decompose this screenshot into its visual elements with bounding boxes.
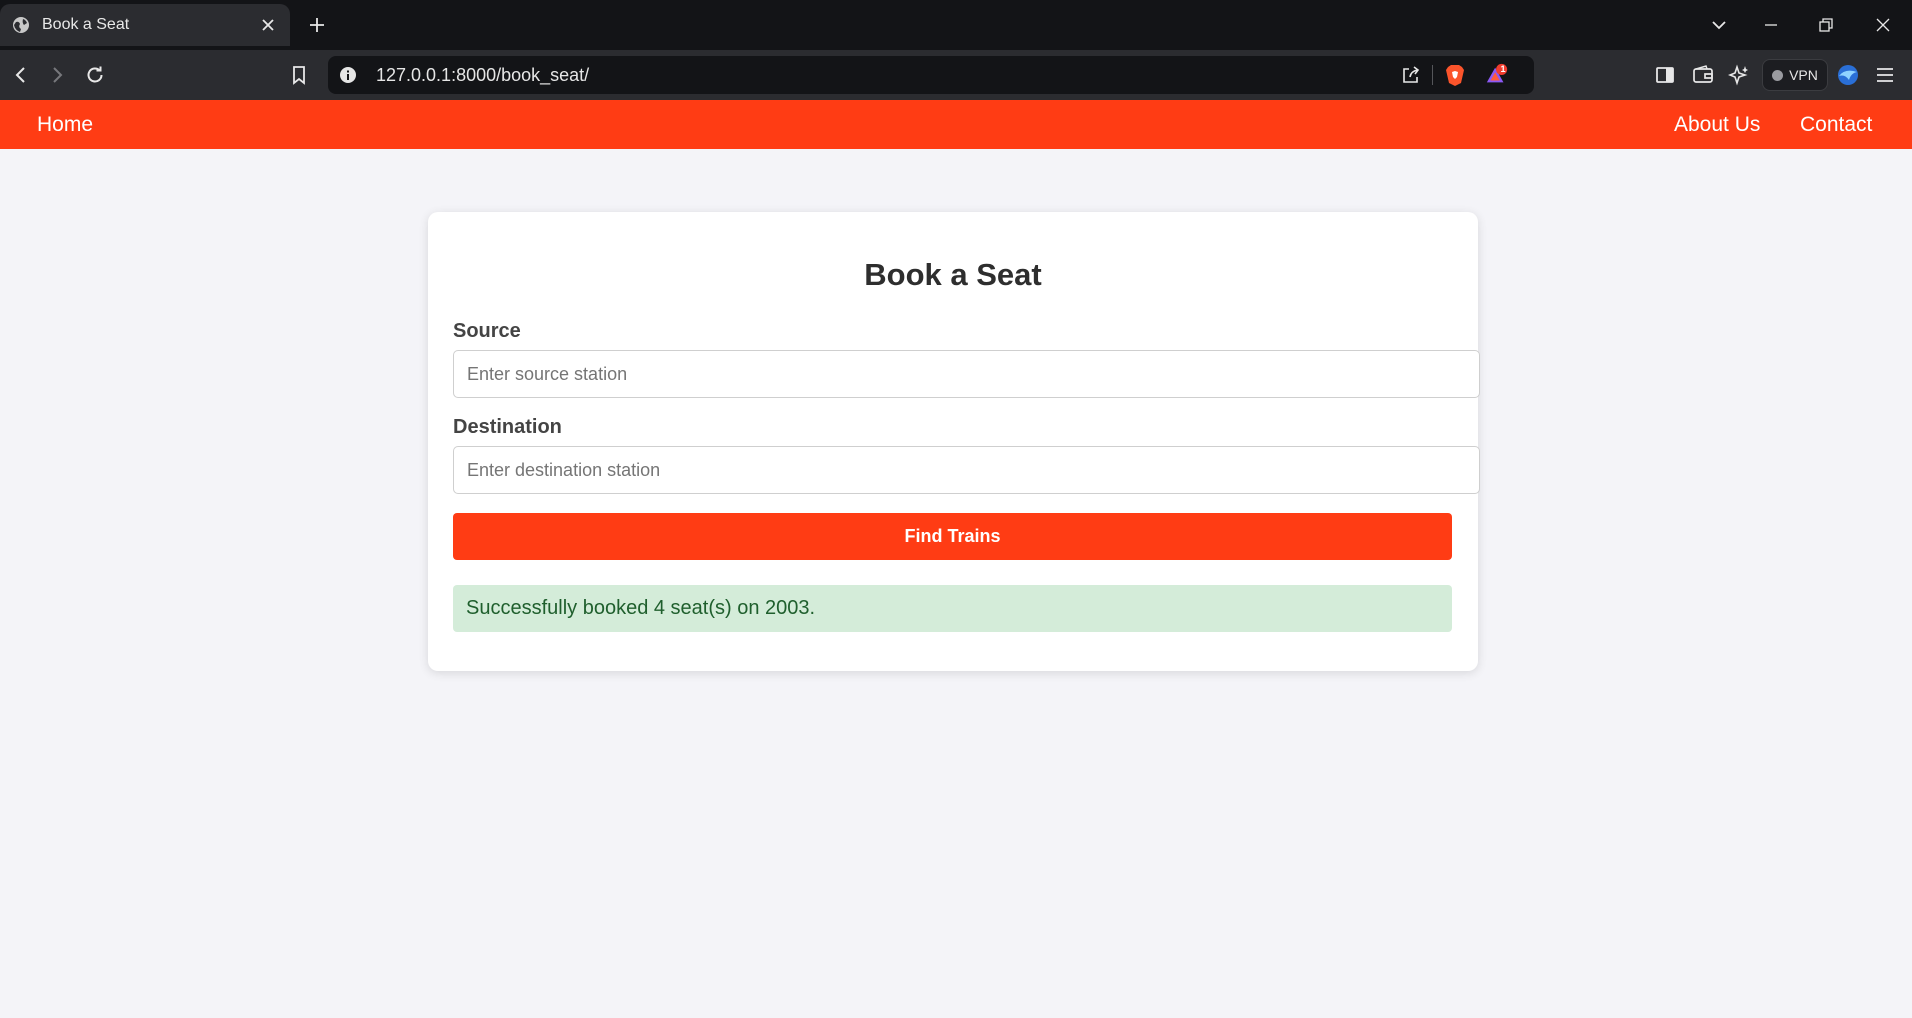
minimize-icon[interactable] (1759, 13, 1783, 37)
address-bar[interactable]: 127.0.0.1:8000/book_seat/ 1 (328, 56, 1534, 94)
info-icon[interactable] (336, 63, 360, 87)
browser-tabstrip: Book a Seat (0, 0, 1912, 50)
page-title: Book a Seat (864, 257, 1042, 292)
brave-shield-icon[interactable] (1443, 63, 1467, 87)
plus-icon[interactable] (305, 13, 329, 37)
close-icon[interactable] (258, 15, 278, 35)
url-text[interactable]: 127.0.0.1:8000/book_seat/ (376, 56, 589, 94)
globe-icon (12, 16, 30, 34)
wallet-icon[interactable] (1691, 63, 1715, 87)
menu-icon[interactable] (1873, 63, 1897, 87)
destination-input[interactable] (453, 446, 1480, 494)
brave-rewards-icon[interactable]: 1 (1485, 63, 1509, 87)
forward-icon[interactable] (45, 63, 69, 87)
bookmark-icon[interactable] (287, 63, 311, 87)
nav-contact-link[interactable]: Contact (1800, 100, 1872, 149)
vpn-button[interactable]: VPN (1762, 59, 1828, 91)
site-navbar: Home About Us Contact (0, 100, 1912, 149)
vpn-status-dot (1772, 69, 1784, 81)
leo-ai-icon[interactable] (1727, 63, 1751, 87)
back-icon[interactable] (9, 63, 33, 87)
share-icon[interactable] (1399, 63, 1423, 87)
nav-about-link[interactable]: About Us (1674, 100, 1760, 149)
destination-label: Destination (453, 416, 562, 438)
browser-toolbar: 127.0.0.1:8000/book_seat/ 1 VPN (0, 50, 1912, 100)
notification-badge: 1 (1500, 64, 1506, 74)
booking-card: Book a Seat Source Destination Find Trai… (428, 212, 1480, 671)
restore-icon[interactable] (1814, 13, 1838, 37)
profile-icon[interactable] (1836, 63, 1860, 87)
source-label: Source (453, 320, 521, 342)
find-trains-button[interactable]: Find Trains (453, 513, 1452, 560)
nav-home-link[interactable]: Home (37, 100, 93, 149)
sidebar-icon[interactable] (1653, 63, 1677, 87)
active-tab[interactable]: Book a Seat (0, 4, 290, 46)
url-divider (1432, 65, 1433, 85)
chevron-down-icon[interactable] (1707, 13, 1731, 37)
vpn-label: VPN (1789, 67, 1818, 83)
tab-title: Book a Seat (42, 16, 130, 33)
source-input[interactable] (453, 350, 1480, 398)
success-alert: Successfully booked 4 seat(s) on 2003. (453, 585, 1452, 632)
window-close-icon[interactable] (1871, 13, 1895, 37)
reload-icon[interactable] (83, 63, 107, 87)
